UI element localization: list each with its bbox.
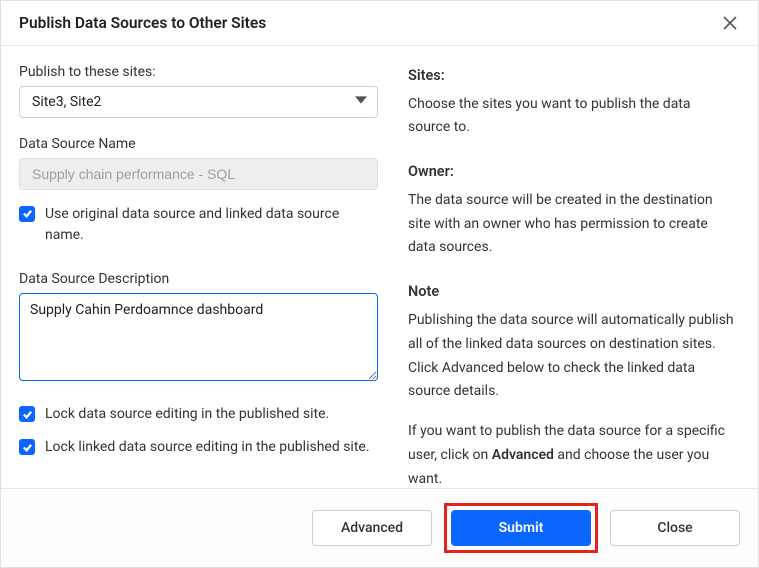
chevron-down-icon [355,94,367,110]
advanced-button[interactable]: Advanced [312,510,432,546]
info-note-bold: Advanced [492,447,554,463]
form-panel: Publish to these sites: Site3, Site2 Dat… [1,46,396,488]
sites-dropdown-value: Site3, Site2 [32,94,101,110]
info-owner-heading: Owner: [408,160,736,185]
lock-ds-label: Lock data source editing in the publishe… [45,404,329,425]
info-note-text1: Publishing the data source will automati… [408,309,736,404]
close-button[interactable]: Close [610,510,740,546]
lock-ds-row: Lock data source editing in the publishe… [19,404,378,425]
lock-linked-label: Lock linked data source editing in the p… [45,437,370,458]
dialog-body: Publish to these sites: Site3, Site2 Dat… [1,46,758,488]
submit-button[interactable]: Submit [451,510,591,546]
close-icon[interactable] [720,13,740,33]
use-original-checkbox-row: Use original data source and linked data… [19,204,378,246]
sites-label: Publish to these sites: [19,64,378,80]
sites-dropdown[interactable]: Site3, Site2 [19,86,378,118]
use-original-checkbox[interactable] [19,206,35,222]
publish-dialog: Publish Data Sources to Other Sites Publ… [0,0,759,568]
info-owner-text: The data source will be created in the d… [408,189,736,260]
dialog-title: Publish Data Sources to Other Sites [19,14,266,32]
lock-linked-row: Lock linked data source editing in the p… [19,437,378,458]
info-sites-text: Choose the sites you want to publish the… [408,93,736,141]
ds-name-label: Data Source Name [19,136,378,152]
description-textarea[interactable] [19,293,378,382]
desc-label: Data Source Description [19,271,378,287]
dialog-header: Publish Data Sources to Other Sites [1,1,758,46]
use-original-label: Use original data source and linked data… [45,204,378,246]
info-panel: Sites: Choose the sites you want to publ… [396,46,758,488]
lock-linked-checkbox[interactable] [19,439,35,455]
dialog-footer: Advanced Submit Close [1,488,758,567]
submit-highlight: Submit [444,503,598,553]
ds-name-input [19,158,378,190]
info-note-heading: Note [408,280,736,305]
info-note-text2: If you want to publish the data source f… [408,420,736,488]
info-sites-heading: Sites: [408,64,736,89]
lock-ds-checkbox[interactable] [19,406,35,422]
